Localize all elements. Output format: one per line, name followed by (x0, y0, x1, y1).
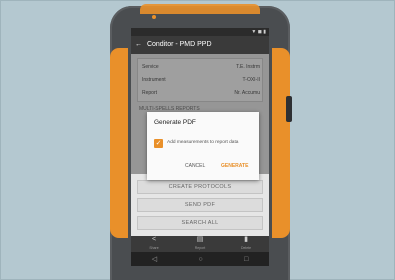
cancel-button[interactable]: CANCEL (185, 163, 205, 169)
share-action[interactable]: < Share (139, 236, 169, 252)
nav-recent-icon[interactable]: □ (244, 256, 248, 263)
send-pdf-button[interactable]: SEND PDF (137, 198, 263, 212)
back-arrow-icon[interactable]: ← (135, 36, 145, 54)
bottom-action-bar: < Share ▤ Report ▮ Delete (131, 236, 269, 252)
create-protocols-button[interactable]: CREATE PROTOCOLS (137, 180, 263, 194)
device-bumper-right (272, 48, 290, 238)
dialog-title: Generate PDF (154, 119, 196, 126)
measurements-checkbox[interactable]: ✓ (154, 139, 163, 148)
nav-back-icon[interactable]: ◁ (152, 255, 157, 263)
report-label: Report (194, 246, 206, 250)
nav-home-icon[interactable]: ○ (198, 256, 202, 263)
app-bar: ← Conditor - PMD PPD (131, 36, 269, 54)
device-bumper-top (140, 4, 260, 14)
report-action[interactable]: ▤ Report (185, 236, 215, 252)
document-icon: ▤ (196, 236, 204, 243)
delete-label: Delete (240, 246, 252, 250)
generate-button[interactable]: GENERATE (221, 163, 248, 169)
app-title: Conditor - PMD PPD (146, 41, 212, 48)
checkbox-label: Add measurements to report data (167, 140, 239, 145)
system-nav-bar: ◁ ○ □ (131, 252, 269, 266)
camera-icon (152, 15, 156, 19)
delete-icon: ▮ (244, 236, 248, 243)
status-bar: ▼ ◼ ▮ (131, 28, 269, 36)
delete-action[interactable]: ▮ Delete (231, 236, 261, 252)
share-label: Share (149, 246, 159, 250)
generate-pdf-dialog: Generate PDF ✓ Add measurements to repor… (147, 112, 259, 180)
share-icon: < (151, 236, 157, 243)
search-all-button[interactable]: SEARCH ALL (137, 216, 263, 230)
side-key-button[interactable] (286, 96, 292, 122)
device-bumper-left (110, 48, 128, 238)
status-icons: ▼ ◼ ▮ (251, 29, 266, 35)
